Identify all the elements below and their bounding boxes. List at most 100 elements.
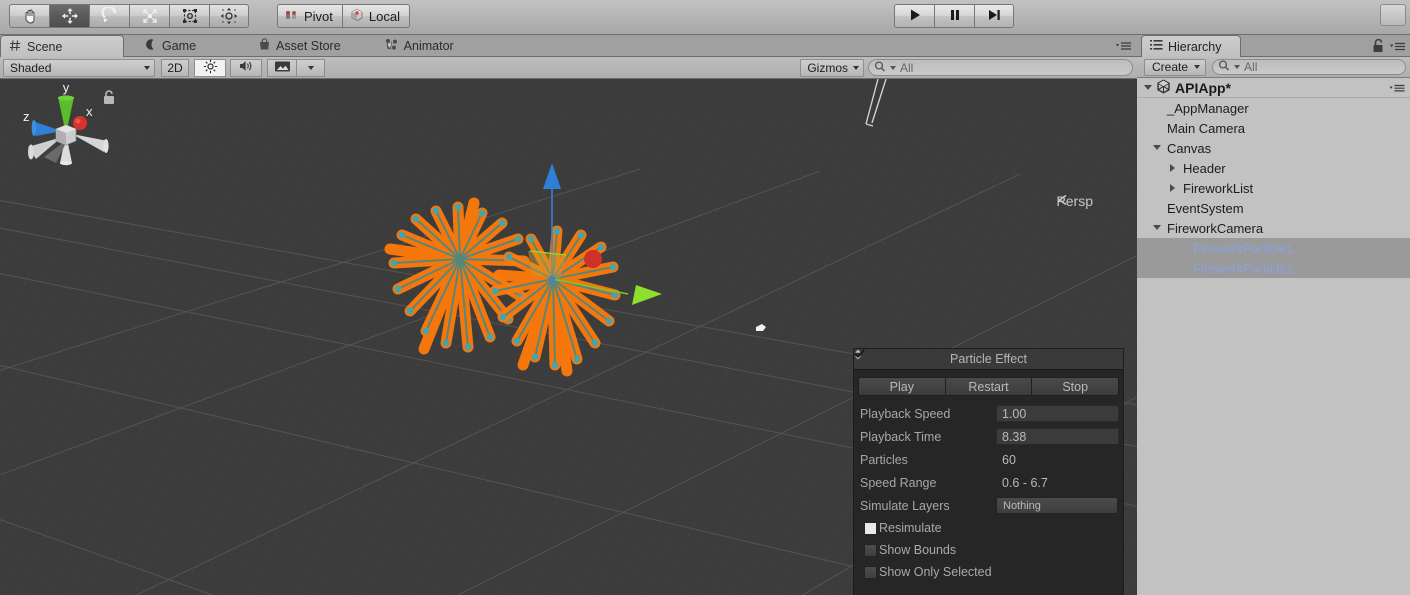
expand-arrow-icon[interactable] — [1153, 145, 1161, 150]
unity-editor-window: Pivot Local Scene Game Asset Store Anima… — [0, 0, 1410, 595]
checkmark-icon — [854, 349, 865, 358]
show-only-selected-row[interactable]: Show Only Selected — [858, 561, 1119, 583]
playback-time-input[interactable]: 8.38 — [996, 428, 1119, 445]
hierarchy-item-fireworklist[interactable]: FireworkList — [1137, 178, 1410, 198]
toolbar-layout-dropdown[interactable] — [1380, 4, 1406, 26]
scene-viewport[interactable]: y x z Persp Particle Effect Play Restart — [0, 79, 1137, 595]
scene-search-input[interactable]: All — [868, 59, 1133, 76]
particle-play-button[interactable]: Play — [858, 377, 945, 396]
pivot-handle-group: Pivot Local — [277, 4, 410, 28]
hierarchy-tabbar: Hierarchy — [1137, 35, 1410, 57]
rotate-icon — [101, 7, 119, 25]
playback-speed-input[interactable]: 1.00 — [996, 405, 1119, 422]
move-tool-button[interactable] — [49, 4, 89, 28]
hierarchy-item-fireworkcamera[interactable]: FireworkCamera — [1137, 218, 1410, 238]
expand-arrow-icon[interactable] — [1153, 225, 1161, 230]
gizmos-dropdown[interactable]: Gizmos — [800, 59, 864, 77]
toggle-lighting-button[interactable] — [194, 58, 226, 77]
hierarchy-item-header[interactable]: Header — [1137, 158, 1410, 178]
draw-mode-dropdown[interactable]: Shaded — [3, 58, 155, 77]
show-bounds-row[interactable]: Show Bounds — [858, 539, 1119, 561]
hierarchy-item-label: FireworkParticle2 — [1193, 260, 1294, 276]
axis-label-y: y — [63, 80, 70, 95]
simulate-layers-label: Simulate Layers — [860, 498, 950, 513]
scene-panel-menu-button[interactable] — [1115, 39, 1133, 53]
show-bounds-checkbox[interactable] — [864, 543, 877, 557]
tab-hierarchy-label: Hierarchy — [1168, 39, 1222, 54]
scale-icon — [141, 7, 159, 25]
gizmos-label: Gizmos — [807, 61, 848, 75]
scene-name-label: APIApp* — [1175, 79, 1231, 96]
scene-expand-arrow-icon[interactable] — [1144, 85, 1152, 90]
resimulate-row[interactable]: Resimulate — [854, 349, 1119, 539]
hierarchy-item-fireworkparticle1[interactable]: FireworkParticle1 — [1137, 238, 1410, 258]
step-button[interactable] — [974, 4, 1014, 28]
tab-scene-label: Scene — [27, 40, 63, 54]
hierarchy-scene-header[interactable]: APIApp* — [1137, 78, 1410, 98]
handle-rotation-button[interactable]: Local — [341, 4, 410, 28]
image-icon — [274, 60, 291, 76]
hierarchy-panel-menu-button[interactable] — [1389, 40, 1407, 56]
rect-tool-button[interactable] — [169, 4, 209, 28]
tab-hierarchy[interactable]: Hierarchy — [1141, 35, 1241, 57]
scene-context-menu-button[interactable] — [1389, 83, 1406, 97]
tab-animator[interactable]: Animator — [377, 35, 468, 57]
rotate-tool-button[interactable] — [89, 4, 129, 28]
transform-tool-button[interactable] — [209, 4, 249, 28]
playback-speed-row: Playback Speed 1.00 — [858, 402, 1119, 425]
pause-icon — [947, 7, 963, 26]
simulate-layers-row: Simulate Layers Nothing — [855, 349, 1119, 517]
hand-tool-button[interactable] — [9, 4, 49, 28]
speed-range-value: 0.6 - 6.7 — [1002, 475, 1048, 490]
game-moon-icon — [144, 38, 157, 54]
fx-dropdown-button[interactable] — [297, 58, 325, 77]
create-dropdown-button[interactable]: Create — [1144, 58, 1207, 76]
hierarchy-item-label: FireworkList — [1183, 180, 1254, 196]
particle-playback-buttons: Play Restart Stop — [858, 377, 1120, 396]
pause-button[interactable] — [934, 4, 974, 28]
particle-restart-button[interactable]: Restart — [944, 377, 1032, 396]
chevron-down-icon — [853, 66, 859, 70]
show-bounds-label: Show Bounds — [879, 543, 957, 557]
particle-effect-panel: Particle Effect Play Restart Stop Playba… — [853, 348, 1124, 595]
axis-label-x: x — [86, 104, 93, 119]
chevron-down-icon — [144, 65, 150, 70]
hierarchy-item-label: FireworkCamera — [1167, 220, 1264, 236]
tab-game[interactable]: Game — [136, 35, 210, 57]
simulate-layers-dropdown[interactable]: Nothing — [855, 349, 1118, 514]
pivot-mode-button[interactable]: Pivot — [277, 4, 342, 28]
hierarchy-lock-button[interactable] — [1372, 38, 1385, 56]
play-button[interactable] — [894, 4, 934, 28]
tab-animator-label: Animator — [403, 39, 454, 53]
hierarchy-item-label: Main Camera — [1167, 120, 1246, 136]
hierarchy-item-appmanager[interactable]: _AppManager — [1137, 98, 1410, 118]
hierarchy-list-icon — [1150, 39, 1163, 54]
unlock-icon — [1373, 38, 1383, 52]
hierarchy-item-canvas[interactable]: Canvas — [1137, 138, 1410, 158]
hierarchy-item-fireworkparticle2[interactable]: FireworkParticle2 — [1137, 258, 1410, 278]
tab-asset-store[interactable]: Asset Store — [250, 35, 355, 57]
tab-game-label: Game — [162, 39, 197, 53]
move-icon — [61, 7, 79, 25]
toggle-audio-button[interactable] — [230, 58, 262, 77]
toggle-fx-button[interactable] — [267, 58, 297, 77]
hierarchy-item-eventsystem[interactable]: EventSystem — [1137, 198, 1410, 218]
hand-icon — [21, 7, 39, 25]
hierarchy-search-input[interactable]: All — [1212, 59, 1406, 75]
step-forward-icon — [986, 7, 1002, 26]
scene-view-toolbar: Shaded 2D Gizmos All — [0, 57, 1137, 79]
handle-rotation-label: Local — [368, 8, 400, 24]
hierarchy-tree: _AppManager Main Camera Canvas Header Fi… — [1137, 98, 1410, 278]
tab-scene[interactable]: Scene — [0, 35, 124, 57]
resimulate-checkbox[interactable] — [854, 349, 877, 535]
collapse-arrow-icon[interactable] — [1170, 184, 1175, 192]
view-axis-gizmo[interactable]: y x z — [0, 79, 130, 199]
store-bag-icon — [258, 38, 271, 54]
collapse-arrow-icon[interactable] — [1170, 164, 1175, 172]
scale-tool-button[interactable] — [129, 4, 169, 28]
combined-transform-icon — [220, 7, 238, 25]
hierarchy-item-main-camera[interactable]: Main Camera — [1137, 118, 1410, 138]
show-only-selected-checkbox[interactable] — [864, 565, 877, 579]
particle-stop-button[interactable]: Stop — [1031, 377, 1120, 396]
toggle-2d-button[interactable]: 2D — [161, 58, 189, 77]
